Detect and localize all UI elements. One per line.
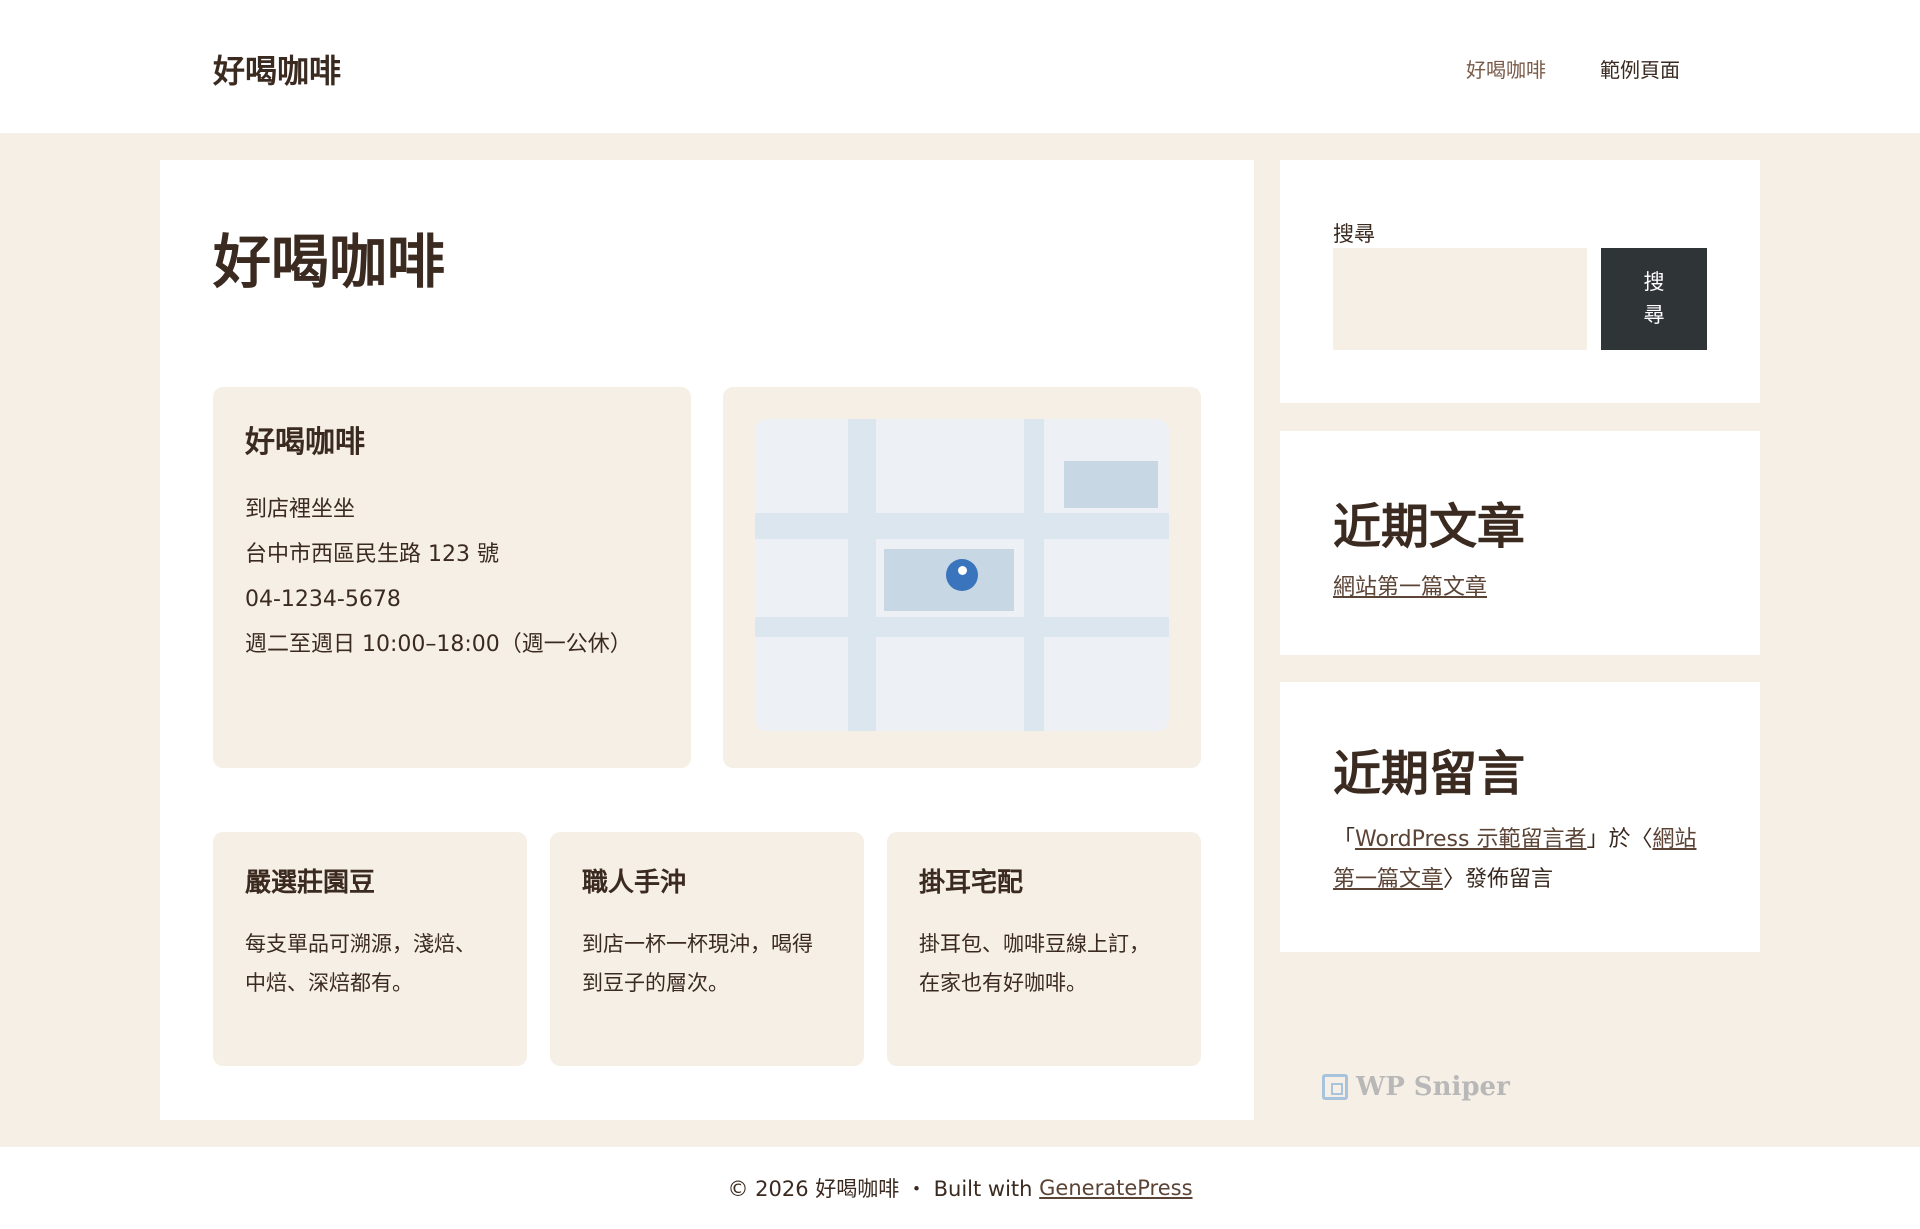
site-title[interactable]: 好喝咖啡 bbox=[213, 46, 341, 92]
map-box bbox=[723, 387, 1201, 768]
feature-title: 掛耳宅配 bbox=[919, 868, 1024, 898]
page-title: 好喝咖啡 bbox=[213, 228, 446, 296]
nav-item-sample-page[interactable]: 範例頁面 bbox=[1600, 54, 1680, 83]
main-content: 好喝咖啡 好喝咖啡 到店裡坐坐 台中市西區民生路 123 號 04-1234-5… bbox=[160, 160, 1254, 1120]
watermark-text: WP Sniper bbox=[1356, 1072, 1510, 1102]
recent-comment-item: 「WordPress 示範留言者」於〈網站第一篇文章〉發佈留言 bbox=[1333, 827, 1697, 892]
site-footer: © 2026 好喝咖啡 ・ Built with GeneratePress bbox=[0, 1147, 1920, 1229]
main-navigation: 好喝咖啡 範例頁面 bbox=[1466, 54, 1680, 83]
recent-posts-title: 近期文章 bbox=[1333, 499, 1526, 555]
store-phone: 04-1234-5678 bbox=[245, 587, 401, 612]
recent-comments-widget: 近期留言 「WordPress 示範留言者」於〈網站第一篇文章〉發佈留言 bbox=[1280, 682, 1760, 952]
map-illustration bbox=[755, 419, 1169, 731]
feature-title: 嚴選莊園豆 bbox=[245, 868, 376, 898]
store-address: 台中市西區民生路 123 號 bbox=[245, 542, 499, 567]
comment-author-link[interactable]: WordPress 示範留言者 bbox=[1355, 827, 1586, 852]
map-pin-icon bbox=[946, 559, 978, 591]
search-input[interactable] bbox=[1333, 248, 1587, 350]
site-header: 好喝咖啡 好喝咖啡 範例頁面 bbox=[0, 0, 1920, 133]
footer-copyright: © 2026 好喝咖啡 ・ Built with bbox=[727, 1177, 1040, 1201]
store-hours: 週二至週日 10:00–18:00（週一公休） bbox=[245, 632, 632, 657]
store-info-title: 好喝咖啡 bbox=[245, 425, 365, 460]
search-widget: 搜尋 搜尋 bbox=[1280, 160, 1760, 403]
wp-sniper-logo-icon bbox=[1322, 1074, 1348, 1100]
nav-item-home[interactable]: 好喝咖啡 bbox=[1466, 54, 1546, 83]
recent-post-link[interactable]: 網站第一篇文章 bbox=[1333, 569, 1487, 601]
feature-title: 職人手沖 bbox=[582, 868, 687, 898]
feature-text: 每支單品可溯源，淺焙、中焙、深焙都有。 bbox=[245, 932, 476, 995]
feature-text: 到店一杯一杯現沖，喝得到豆子的層次。 bbox=[582, 932, 813, 995]
feature-card-delivery: 掛耳宅配 掛耳包、咖啡豆線上訂，在家也有好咖啡。 bbox=[887, 832, 1201, 1066]
store-info-box: 好喝咖啡 到店裡坐坐 台中市西區民生路 123 號 04-1234-5678 週… bbox=[213, 387, 691, 768]
feature-card-pourover: 職人手沖 到店一杯一杯現沖，喝得到豆子的層次。 bbox=[550, 832, 864, 1066]
search-label: 搜尋 bbox=[1333, 222, 1375, 246]
store-tagline: 到店裡坐坐 bbox=[245, 497, 356, 522]
wp-sniper-watermark: WP Sniper bbox=[1322, 1072, 1510, 1102]
footer-generatepress-link[interactable]: GeneratePress bbox=[1039, 1176, 1192, 1200]
feature-text: 掛耳包、咖啡豆線上訂，在家也有好咖啡。 bbox=[919, 932, 1150, 995]
recent-posts-widget: 近期文章 網站第一篇文章 bbox=[1280, 431, 1760, 655]
recent-comments-title: 近期留言 bbox=[1333, 746, 1526, 802]
feature-card-beans: 嚴選莊園豆 每支單品可溯源，淺焙、中焙、深焙都有。 bbox=[213, 832, 527, 1066]
search-button[interactable]: 搜尋 bbox=[1601, 248, 1707, 350]
